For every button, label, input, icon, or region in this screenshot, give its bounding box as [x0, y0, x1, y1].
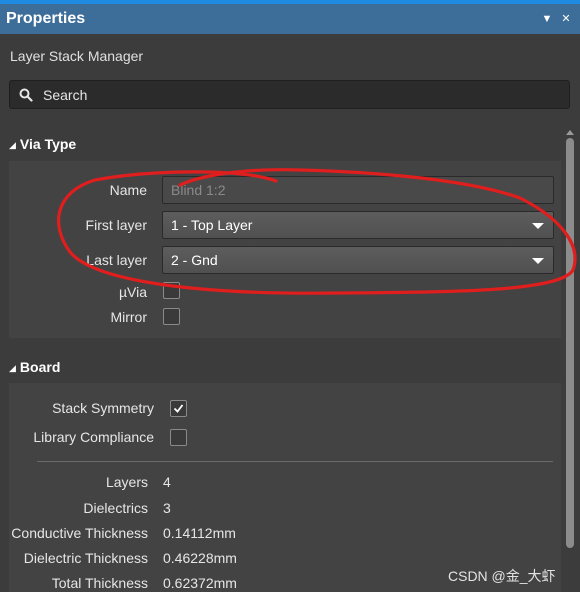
close-icon[interactable]: ✕ [558, 11, 574, 27]
checkmark-icon [173, 404, 184, 413]
search-icon [19, 88, 33, 102]
layers-value: 4 [163, 474, 171, 490]
mirror-label: Mirror [110, 309, 147, 325]
last-layer-label: Last layer [86, 252, 147, 268]
dielectrics-label: Dielectrics [83, 500, 148, 516]
chevron-down-icon [532, 258, 544, 264]
dielectrics-value: 3 [163, 500, 171, 516]
panel-subtitle: Layer Stack Manager [10, 48, 144, 64]
search-placeholder: Search [43, 87, 88, 103]
panel-title: Properties [6, 10, 86, 27]
name-label: Name [109, 182, 147, 198]
search-input[interactable]: Search [9, 80, 570, 109]
total-thickness-label: Total Thickness [51, 575, 148, 591]
last-layer-value: 2 - Gnd [171, 252, 218, 268]
stack-symmetry-label: Stack Symmetry [52, 400, 154, 416]
first-layer-value: 1 - Top Layer [171, 217, 253, 233]
dielectric-thickness-value: 0.46228mm [163, 550, 237, 566]
last-layer-select[interactable]: 2 - Gnd [162, 246, 554, 274]
conductive-thickness-value: 0.14112mm [163, 525, 236, 541]
section-via-type[interactable]: ◢ Via Type [9, 136, 76, 152]
uvia-label: µVia [118, 284, 147, 300]
name-field[interactable]: Blind 1:2 [162, 176, 554, 204]
library-compliance-checkbox[interactable] [170, 429, 187, 446]
first-layer-label: First layer [85, 217, 147, 233]
vertical-scrollbar[interactable] [564, 130, 576, 590]
scrollbar-thumb[interactable] [566, 138, 574, 548]
collapse-triangle-icon[interactable]: ◢ [9, 363, 16, 373]
panel-menu-icon[interactable]: ▼ [539, 11, 555, 27]
collapse-triangle-icon[interactable]: ◢ [9, 140, 16, 150]
layers-label: Layers [105, 474, 148, 490]
first-layer-select[interactable]: 1 - Top Layer [162, 211, 554, 239]
name-value: Blind 1:2 [171, 182, 226, 198]
conductive-thickness-label: Conductive Thickness [11, 525, 148, 541]
divider [37, 461, 553, 462]
scroll-up-icon[interactable] [566, 130, 574, 135]
mirror-checkbox[interactable] [163, 308, 180, 325]
library-compliance-label: Library Compliance [33, 429, 154, 445]
chevron-down-icon [532, 223, 544, 229]
dielectric-thickness-label: Dielectric Thickness [23, 550, 148, 566]
uvia-checkbox[interactable] [163, 282, 180, 299]
watermark: CSDN @金_大虾 [448, 568, 556, 584]
section-board[interactable]: ◢ Board [9, 359, 60, 375]
stack-symmetry-checkbox[interactable] [170, 400, 187, 417]
panel-titlebar: Properties ▼ ✕ [0, 0, 580, 34]
total-thickness-value: 0.62372mm [163, 575, 237, 591]
